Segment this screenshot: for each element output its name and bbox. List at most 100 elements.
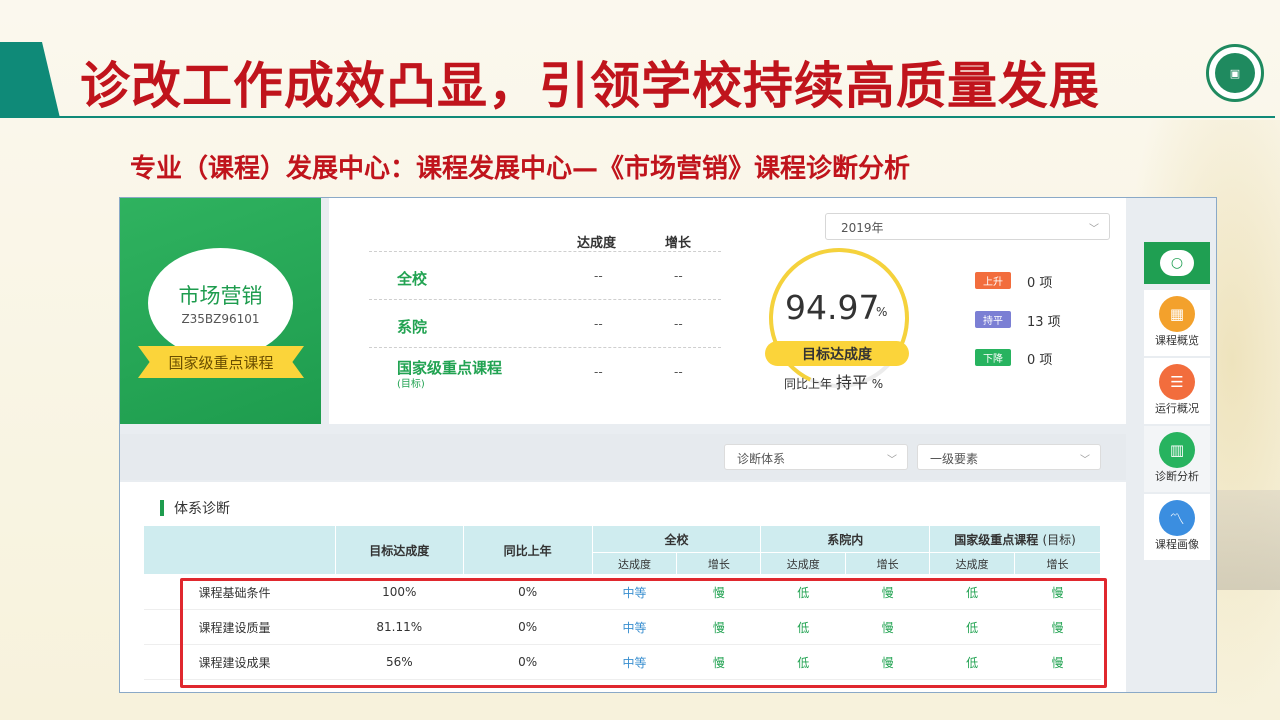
cell-school-growth: 慢 [676,644,761,680]
cell-national-growth: 慢 [1014,574,1101,610]
title-underline [55,116,1275,118]
diagnosis-system-select[interactable]: 诊断体系 ﹀ [724,444,908,470]
cell-national-achievement: 低 [929,644,1015,680]
cell-school-growth: 慢 [676,609,761,645]
cell-national-growth: 慢 [1014,609,1101,645]
stat-sublabel: (目标) [397,379,425,390]
nav-search-button[interactable]: ○ [1144,242,1210,284]
gauge-badge: 目标达成度 [765,341,909,366]
stat-row[interactable]: 系院 -- -- [369,299,721,347]
bar-chart-icon: ▥ [1159,432,1195,468]
row-name: 课程基础条件 [143,574,336,610]
cell-college-growth: 慢 [845,644,930,680]
trend-badge: 持平 [975,311,1011,328]
cell-college-achievement: 低 [760,644,846,680]
stat-growth: -- [674,365,683,379]
slide-subtitle: 专业（课程）发展中心：课程发展中心—《市场营销》课程诊断分析 [130,154,911,184]
cell-school-achievement: 中等 [592,644,677,680]
table-row[interactable]: 课程建设质量 81.11% 0% 中等 慢 低 慢 低 慢 [143,609,1101,645]
nav-label: 运行概况 [1155,402,1199,415]
campus-building-image [1216,490,1280,590]
stat-achievement: -- [594,269,603,283]
title-accent-shape [0,42,60,118]
filter-bar: 诊断体系 ﹀ 一级要素 ﹀ [120,434,1126,480]
cell-school-achievement: 中等 [592,609,677,645]
trend-badge: 上升 [975,272,1011,289]
header-yoy: 同比上年 [462,525,593,575]
element-level-select[interactable]: 一级要素 ﹀ [917,444,1101,470]
cell-college-achievement: 低 [760,609,846,645]
chevron-down-icon: ﹀ [1080,455,1090,466]
cell-school-achievement: 中等 [592,574,677,610]
course-card: 市场营销 Z35BZ96101 国家级重点课程 [120,198,321,424]
header-school: 全校 [591,525,762,553]
cell-yoy: 0% [463,609,593,645]
header-blank [143,525,336,575]
subheader-achievement: 达成度 [760,552,847,575]
header-college: 系院内 [760,525,931,553]
stat-achievement: -- [594,365,603,379]
section-marker [160,500,164,516]
stats-card: 达成度 增长 全校 -- -- 系院 -- -- 国家级重点课程 (目标) --… [329,198,1126,424]
nav-label: 课程画像 [1155,538,1199,551]
cell-target: 56% [335,644,464,680]
stat-header-achievement: 达成度 [577,236,617,251]
cell-target: 81.11% [335,609,464,645]
chevron-down-icon: ﹀ [887,455,897,466]
stat-growth: -- [674,317,683,331]
cell-yoy: 0% [463,644,593,680]
side-nav: ○ ▦ 课程概览 ☰ 运行概况 ▥ 诊断分析 〽 课程画像 [1144,242,1210,620]
nav-item-portrait[interactable]: 〽 课程画像 [1144,494,1210,560]
nav-item-course-overview[interactable]: ▦ 课程概览 [1144,290,1210,356]
course-badge-circle: 市场营销 Z35BZ96101 [148,248,293,358]
stat-label: 系院 [397,318,428,336]
compare-prefix: 同比上年 [784,377,833,391]
gauge-value: 94.97 [785,288,880,327]
stat-growth: -- [674,269,683,283]
header-target: 目标达成度 [334,525,464,575]
nav-item-diagnosis[interactable]: ▥ 诊断分析 [1144,426,1210,492]
subheader-growth: 增长 [845,552,931,575]
table-row[interactable]: 课程建设成果 56% 0% 中等 慢 低 慢 低 慢 [143,644,1101,680]
trend-count: 0 项 [1027,276,1053,291]
stat-achievement: -- [594,317,603,331]
grid-icon: ▦ [1159,296,1195,332]
subheader-growth: 增长 [676,552,762,575]
cell-yoy: 0% [463,574,593,610]
list-icon: ☰ [1159,364,1195,400]
row-name: 课程建设质量 [143,609,336,645]
course-name: 市场营销 [178,284,263,308]
trend-badge: 下降 [975,349,1011,366]
cell-college-achievement: 低 [760,574,846,610]
nav-label: 课程概览 [1155,334,1199,347]
section-title: 体系诊断 [174,501,230,517]
stat-label: 全校 [397,270,428,288]
cell-national-growth: 慢 [1014,644,1101,680]
cell-national-achievement: 低 [929,574,1015,610]
trend-icon: 〽 [1159,500,1195,536]
nav-item-operation[interactable]: ☰ 运行概况 [1144,358,1210,424]
stat-header-growth: 增长 [665,236,692,251]
stat-row[interactable]: 全校 -- -- [369,251,721,299]
year-select[interactable]: 2019年 ﹀ [825,213,1110,240]
compare-unit: % [871,377,884,391]
logo-emblem-icon: ▣ [1215,53,1255,93]
subheader-achievement: 达成度 [929,552,1016,575]
row-name: 课程建设成果 [143,644,336,680]
course-code: Z35BZ96101 [181,312,260,326]
nav-label: 诊断分析 [1155,470,1199,483]
compare-value: 持平 [835,373,868,392]
header-national-sub: (目标) [1042,532,1076,547]
table-row[interactable]: 课程基础条件 100% 0% 中等 慢 低 慢 低 慢 [143,574,1101,610]
achievement-gauge: 94.97 % [749,228,929,408]
stat-row[interactable]: 国家级重点课程 (目标) -- -- [369,347,721,395]
course-level-ribbon: 国家级重点课程 [138,346,304,378]
search-icon: ○ [1160,250,1194,276]
gauge-compare: 同比上年 持平 % [784,369,883,393]
trend-count: 0 项 [1027,353,1053,368]
cell-school-growth: 慢 [676,574,761,610]
subheader-achievement: 达成度 [591,552,678,575]
subheader-growth: 增长 [1014,552,1101,575]
cell-college-growth: 慢 [845,609,930,645]
cell-college-growth: 慢 [845,574,930,610]
